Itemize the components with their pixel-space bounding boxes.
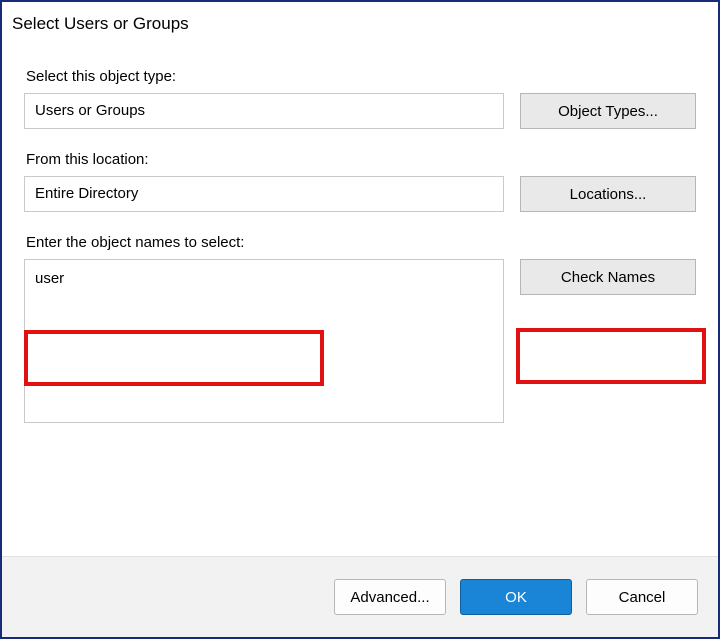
check-names-button[interactable]: Check Names: [520, 259, 696, 295]
object-names-input[interactable]: user: [24, 259, 504, 423]
advanced-button[interactable]: Advanced...: [334, 579, 446, 615]
object-type-label: Select this object type:: [26, 68, 696, 85]
select-users-or-groups-dialog: Select Users or Groups Select this objec…: [0, 0, 720, 639]
dialog-footer: Advanced... OK Cancel: [2, 556, 718, 637]
dialog-content: Select this object type: Users or Groups…: [2, 40, 718, 556]
object-names-label: Enter the object names to select:: [26, 234, 696, 251]
object-type-field[interactable]: Users or Groups: [24, 93, 504, 129]
cancel-button[interactable]: Cancel: [586, 579, 698, 615]
dialog-title: Select Users or Groups: [2, 2, 718, 40]
object-types-button[interactable]: Object Types...: [520, 93, 696, 129]
locations-button[interactable]: Locations...: [520, 176, 696, 212]
ok-button[interactable]: OK: [460, 579, 572, 615]
location-field[interactable]: Entire Directory: [24, 176, 504, 212]
object-names-value: user: [35, 270, 64, 287]
location-label: From this location:: [26, 151, 696, 168]
